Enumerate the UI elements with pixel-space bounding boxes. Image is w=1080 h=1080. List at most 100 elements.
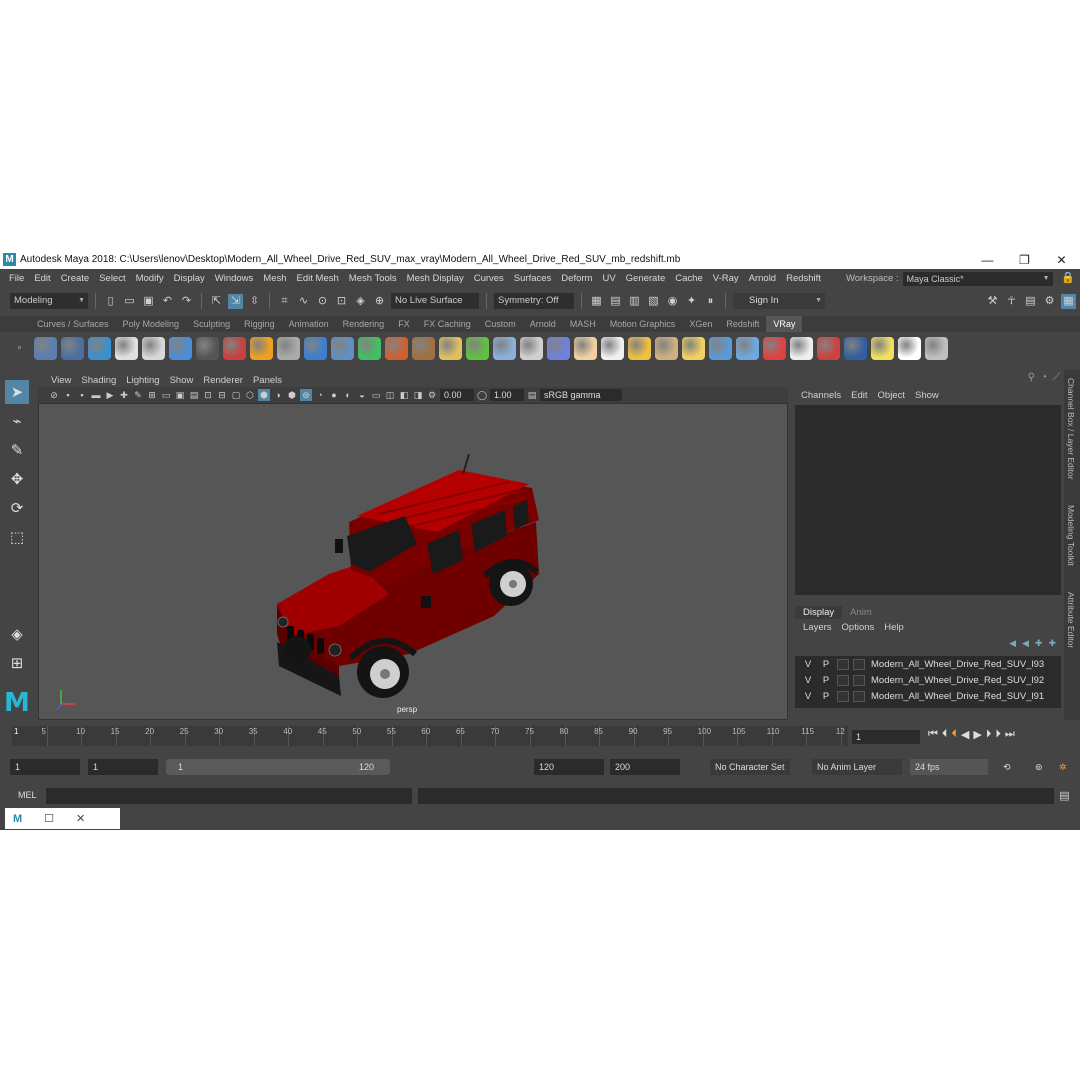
channel-box-area[interactable] bbox=[795, 405, 1061, 595]
gate-mask-icon[interactable]: ▤ bbox=[188, 389, 200, 401]
human-ik-icon[interactable]: ☥ bbox=[1004, 294, 1019, 309]
snap-view-icon[interactable]: ⊡ bbox=[334, 294, 349, 309]
shelf-tab-fx-caching[interactable]: FX Caching bbox=[417, 316, 478, 332]
shelf-tab-sculpting[interactable]: Sculpting bbox=[186, 316, 237, 332]
scale-tool-icon[interactable]: ⬚ bbox=[5, 525, 29, 549]
camera-attributes-icon[interactable]: ▪ bbox=[62, 389, 74, 401]
select-object-icon[interactable]: ⇲ bbox=[228, 293, 243, 309]
vray-shelf-tool-icon[interactable] bbox=[493, 336, 516, 360]
layer-help-menu[interactable]: Help bbox=[879, 622, 909, 633]
script-editor-icon[interactable]: ▤ bbox=[1057, 789, 1072, 804]
new-layer-icon[interactable]: ✚ bbox=[1035, 638, 1043, 649]
shadows-icon[interactable]: ◔ bbox=[314, 389, 326, 401]
layer-name[interactable]: Modern_All_Wheel_Drive_Red_SUV_l93 bbox=[871, 659, 1044, 670]
resolution-gate-icon[interactable]: ▣ bbox=[174, 389, 186, 401]
channel-box-icon-b[interactable]: ◔ bbox=[1041, 372, 1047, 383]
menu-redshift[interactable]: Redshift bbox=[781, 273, 826, 284]
shelf-options-icon[interactable]: ◦ bbox=[12, 341, 27, 356]
paint-select-tool-icon[interactable]: ✎ bbox=[5, 438, 29, 462]
panel-menu-view[interactable]: View bbox=[46, 375, 76, 386]
layer-row[interactable]: V P Modern_All_Wheel_Drive_Red_SUV_l93 bbox=[795, 656, 1061, 672]
channel-box-icon[interactable]: ▦ bbox=[1061, 293, 1076, 309]
play-forward-icon[interactable]: ▶ bbox=[973, 728, 981, 741]
undo-icon[interactable]: ↶ bbox=[160, 294, 175, 309]
new-scene-icon[interactable]: ▯ bbox=[103, 294, 118, 309]
step-back-key-icon[interactable]: ⏴ bbox=[942, 728, 948, 741]
layer-playback-toggle[interactable]: P bbox=[819, 659, 833, 670]
side-tab-modeling-toolkit[interactable]: Modeling Toolkit bbox=[1066, 505, 1076, 566]
rotate-tool-icon[interactable]: ⟳ bbox=[5, 496, 29, 520]
shelf-tab-curves-surfaces[interactable]: Curves / Surfaces bbox=[30, 316, 116, 332]
x-ray-joints-icon[interactable]: ◨ bbox=[412, 389, 424, 401]
menu-modify[interactable]: Modify bbox=[131, 273, 169, 284]
close-small-icon[interactable]: ✕ bbox=[76, 812, 85, 825]
field-chart-icon[interactable]: ⊡ bbox=[202, 389, 214, 401]
select-hierarchy-icon[interactable]: ⇱ bbox=[209, 294, 224, 309]
multisample-aa-icon[interactable]: ◒ bbox=[356, 389, 368, 401]
time-ruler[interactable]: 1 5 10 15 20 25 30 35 40 45 50 55 60 65 70 75 80 85 90 95 1… bbox=[12, 726, 848, 746]
lasso-tool-icon[interactable]: ⌁ bbox=[5, 409, 29, 433]
tool-settings-icon[interactable]: ⚙ bbox=[1042, 294, 1057, 309]
layer-row[interactable]: V P Modern_All_Wheel_Drive_Red_SUV_l91 bbox=[795, 688, 1061, 704]
persp-viewport[interactable]: persp bbox=[38, 403, 788, 720]
vray-shelf-tool-icon[interactable] bbox=[61, 336, 84, 360]
layer-tab-display[interactable]: Display bbox=[795, 606, 843, 619]
sign-in-dropdown[interactable]: Sign In bbox=[733, 293, 825, 309]
menu-set-dropdown[interactable]: Modeling bbox=[10, 293, 88, 309]
snap-curve-icon[interactable]: ∿ bbox=[296, 294, 311, 309]
vray-shelf-tool-icon[interactable] bbox=[34, 336, 57, 360]
playback-prefs-icon[interactable]: ✲ bbox=[1054, 759, 1072, 775]
menu-uv[interactable]: UV bbox=[597, 273, 620, 284]
exposure-icon[interactable]: ⚙ bbox=[426, 389, 438, 401]
layer-name[interactable]: Modern_All_Wheel_Drive_Red_SUV_l91 bbox=[871, 691, 1044, 702]
safe-title-icon[interactable]: ▢ bbox=[230, 389, 242, 401]
snap-surface-icon[interactable]: ◈ bbox=[353, 294, 368, 309]
menu-vray[interactable]: V-Ray bbox=[708, 273, 744, 284]
menu-curves[interactable]: Curves bbox=[469, 273, 509, 284]
shelf-tab-animation[interactable]: Animation bbox=[282, 316, 336, 332]
menu-arnold[interactable]: Arnold bbox=[744, 273, 781, 284]
side-tab-channel-box[interactable]: Channel Box / Layer Editor bbox=[1066, 378, 1076, 480]
restore-maya-icon[interactable]: M bbox=[13, 813, 22, 825]
color-management-icon[interactable]: ▤ bbox=[526, 389, 538, 401]
hypershade-icon[interactable]: ◉ bbox=[665, 294, 680, 309]
pause-icon[interactable]: ⏸ bbox=[703, 294, 718, 309]
open-scene-icon[interactable]: ▭ bbox=[122, 294, 137, 309]
go-to-end-icon[interactable]: ⏭ bbox=[1005, 728, 1015, 741]
depth-of-field-icon[interactable]: ▭ bbox=[370, 389, 382, 401]
layer-playback-toggle[interactable]: P bbox=[819, 691, 833, 702]
menu-file[interactable]: File bbox=[4, 273, 29, 284]
render-current-icon[interactable]: ▤ bbox=[608, 294, 623, 309]
single-view-layout-icon[interactable]: ◈ bbox=[5, 622, 29, 646]
panel-menu-panels[interactable]: Panels bbox=[248, 375, 287, 386]
menu-select[interactable]: Select bbox=[94, 273, 130, 284]
vray-shelf-tool-icon[interactable] bbox=[412, 336, 435, 360]
vray-shelf-tool-icon[interactable] bbox=[817, 336, 840, 360]
minimize-icon[interactable]: — bbox=[969, 253, 1006, 267]
menu-cache[interactable]: Cache bbox=[670, 273, 707, 284]
vray-shelf-tool-icon[interactable] bbox=[520, 336, 543, 360]
menu-generate[interactable]: Generate bbox=[621, 273, 671, 284]
view-transform-field[interactable]: sRGB gamma bbox=[540, 389, 622, 401]
step-forward-frame-icon[interactable]: ⏵ bbox=[986, 728, 992, 741]
step-forward-key-icon[interactable]: ⏵ bbox=[995, 728, 1001, 741]
vray-shelf-tool-icon[interactable] bbox=[196, 336, 219, 360]
shelf-tab-mash[interactable]: MASH bbox=[563, 316, 603, 332]
smooth-shade-icon[interactable]: ⬢ bbox=[258, 389, 270, 401]
vray-shelf-tool-icon[interactable] bbox=[682, 336, 705, 360]
vray-shelf-tool-icon[interactable] bbox=[601, 336, 624, 360]
current-frame-field[interactable]: 1 bbox=[852, 730, 920, 744]
symmetry-field[interactable]: Symmetry: Off bbox=[494, 293, 574, 309]
select-component-icon[interactable]: ⇳ bbox=[247, 294, 262, 309]
restore-icon[interactable]: ☐ bbox=[44, 812, 54, 825]
vray-shelf-tool-icon[interactable] bbox=[736, 336, 759, 360]
play-backward-icon[interactable]: ◀ bbox=[961, 728, 969, 741]
camera-select-icon[interactable]: ⊘ bbox=[48, 389, 60, 401]
fps-dropdown[interactable]: 24 fps bbox=[910, 759, 988, 775]
close-icon[interactable]: ✕ bbox=[1043, 253, 1080, 267]
shelf-tab-fx[interactable]: FX bbox=[391, 316, 417, 332]
wireframe-icon[interactable]: ⬡ bbox=[244, 389, 256, 401]
channel-show-menu[interactable]: Show bbox=[910, 390, 944, 401]
vray-render-icon[interactable]: ✦ bbox=[684, 294, 699, 309]
layers-menu[interactable]: Layers bbox=[798, 622, 837, 633]
